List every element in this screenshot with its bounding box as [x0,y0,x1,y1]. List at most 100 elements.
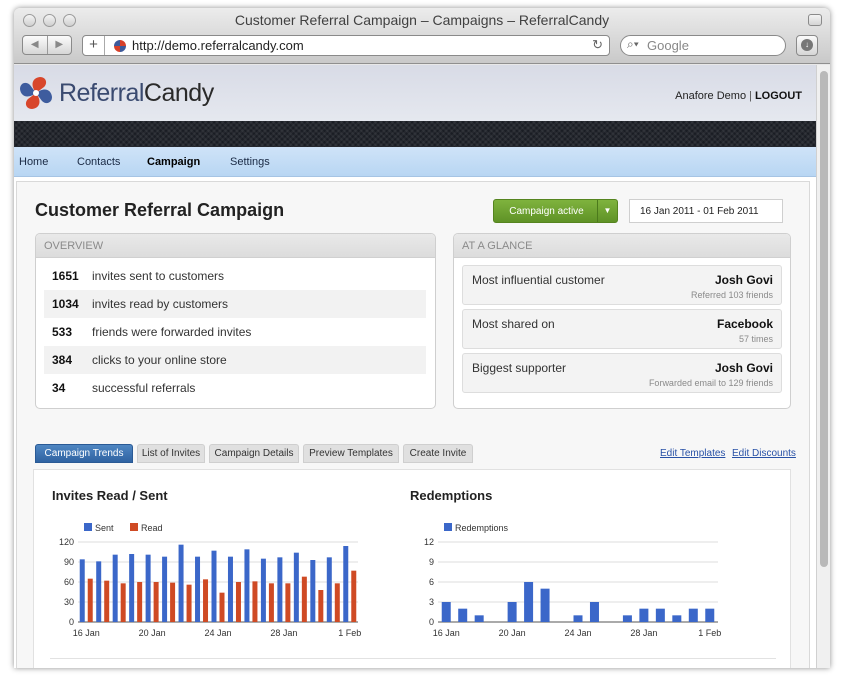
download-icon: ↓ [801,39,813,51]
y-tick-label: 9 [429,557,434,567]
overview-panel: Overview 1651 invites sent to customers … [35,233,436,409]
x-tick-label: 24 Jan [204,628,231,638]
x-tick-label: 20 Jan [499,628,526,638]
bar-redemptions [589,602,599,622]
overview-number: 384 [52,353,73,367]
date-range-field[interactable]: 16 Jan 2011 - 01 Feb 2011 [629,199,783,223]
toolbar-toggle-icon[interactable] [808,14,822,26]
bar-read [170,582,176,622]
bar-sent [343,546,349,622]
browser-window: Customer Referral Campaign – Campaigns –… [14,8,830,668]
overview-number: 1651 [52,269,79,283]
x-tick-label: 1 Feb [338,628,361,638]
bar-sent [162,556,168,622]
reload-icon[interactable]: ↻ [592,37,603,53]
glance-subtext: Forwarded email to 129 friends [648,378,773,388]
tab-list-of-invites[interactable]: List of Invites [137,444,205,463]
overview-text: invites sent to customers [92,269,225,283]
x-tick-label: 28 Jan [630,628,657,638]
search-icon: ⌕▾ [627,37,639,51]
overview-heading: Overview [36,234,435,258]
address-bar[interactable]: + http://demo.referralcandy.com ↻ [82,35,610,56]
x-tick-label: 20 Jan [139,628,166,638]
at-a-glance-heading: At a Glance [454,234,790,258]
referralcandy-logo[interactable]: ReferralCandy [18,75,214,111]
bar-redemptions [540,588,550,622]
bar-read [334,583,340,622]
chart-divider [50,658,776,659]
legend-swatch [130,523,138,531]
bar-sent [195,556,201,622]
y-tick-label: 120 [59,537,74,547]
logo-pinwheel-icon [20,77,52,109]
bar-read [252,581,258,622]
bar-sent [326,557,332,622]
page-viewport: ReferralCandy Anafore Demo | LOGOUT Home C… [14,65,816,668]
overview-row: 533 friends were forwarded invites [44,318,426,346]
bar-redemptions [458,608,468,622]
x-tick-label: 16 Jan [73,628,100,638]
x-tick-label: 28 Jan [270,628,297,638]
nav-item-settings[interactable]: Settings [230,156,270,168]
main-nav: Home Contacts Campaign Settings [14,147,816,177]
url-text[interactable]: http://demo.referralcandy.com [132,38,304,53]
bar-redemptions [507,602,517,622]
tab-preview-templates[interactable]: Preview Templates [303,444,399,463]
bar-redemptions [474,615,484,622]
scrollbar-thumb[interactable] [820,71,828,567]
overview-row: 1651 invites sent to customers [44,262,426,290]
downloads-button[interactable]: ↓ [796,35,818,56]
bar-redemptions [688,608,698,622]
tab-campaign-details[interactable]: Campaign Details [209,444,299,463]
y-tick-label: 12 [424,537,434,547]
glance-card-shared: Most shared on Facebook 57 times [462,309,782,349]
glance-value: Josh Govi [714,361,773,375]
bar-sent [178,544,184,622]
nav-item-campaign[interactable]: Campaign [147,156,200,168]
campaign-status-button[interactable]: Campaign active ▼ [493,199,618,223]
bar-read [203,579,209,622]
invites-chart: 0 30 60 90 120 16 Jan 20 Jan 24 Jan 28 Jan 1 Feb S… [59,523,361,638]
logout-link[interactable]: LOGOUT [755,90,802,102]
legend-swatch [84,523,92,531]
chart-title-redemptions: Redemptions [410,488,493,503]
overview-row: 34 successful referrals [44,374,426,402]
bar-redemptions [573,615,583,622]
page-scrollbar[interactable] [816,65,830,668]
logo-text: ReferralCandy [59,78,214,107]
x-tick-label: 1 Feb [698,628,721,638]
user-area: Anafore Demo | LOGOUT [675,90,802,102]
glance-subtext: Referred 103 friends [690,290,773,300]
x-tick-label: 24 Jan [564,628,591,638]
legend-label: Sent [95,523,114,533]
nav-item-contacts[interactable]: Contacts [77,156,120,168]
search-field[interactable]: ⌕▾ [620,35,786,56]
back-arrow-icon[interactable]: ◀ [23,36,48,54]
bar-sent [227,556,233,622]
overview-text: friends were forwarded invites [92,325,252,339]
tab-create-invite[interactable]: Create Invite [403,444,473,463]
bar-read [235,582,241,622]
bar-read [268,583,274,622]
edit-discounts-link[interactable]: Edit Discounts [732,448,796,459]
bar-read [153,582,159,622]
add-bookmark-icon[interactable]: + [83,36,105,55]
legend-swatch [444,523,452,531]
campaign-trends-content: Invites Read / Sent Redemptions 0 30 60 90 1… [33,469,791,668]
forward-arrow-icon[interactable]: ▶ [48,36,72,54]
search-input[interactable] [647,37,781,54]
bar-sent [277,557,283,622]
x-tick-label: 16 Jan [433,628,460,638]
nav-item-home[interactable]: Home [19,156,48,168]
bar-sent [129,554,135,622]
tab-campaign-trends[interactable]: Campaign Trends [35,444,133,463]
overview-row: 1034 invites read by customers [44,290,426,318]
chevron-down-icon[interactable]: ▼ [597,200,617,222]
y-tick-label: 0 [69,617,74,627]
y-tick-label: 3 [429,597,434,607]
bar-redemptions [672,615,682,622]
edit-templates-link[interactable]: Edit Templates [660,448,725,459]
legend-label: Redemptions [455,523,509,533]
glance-subtext: 57 times [738,334,773,344]
bar-sent [211,550,217,622]
